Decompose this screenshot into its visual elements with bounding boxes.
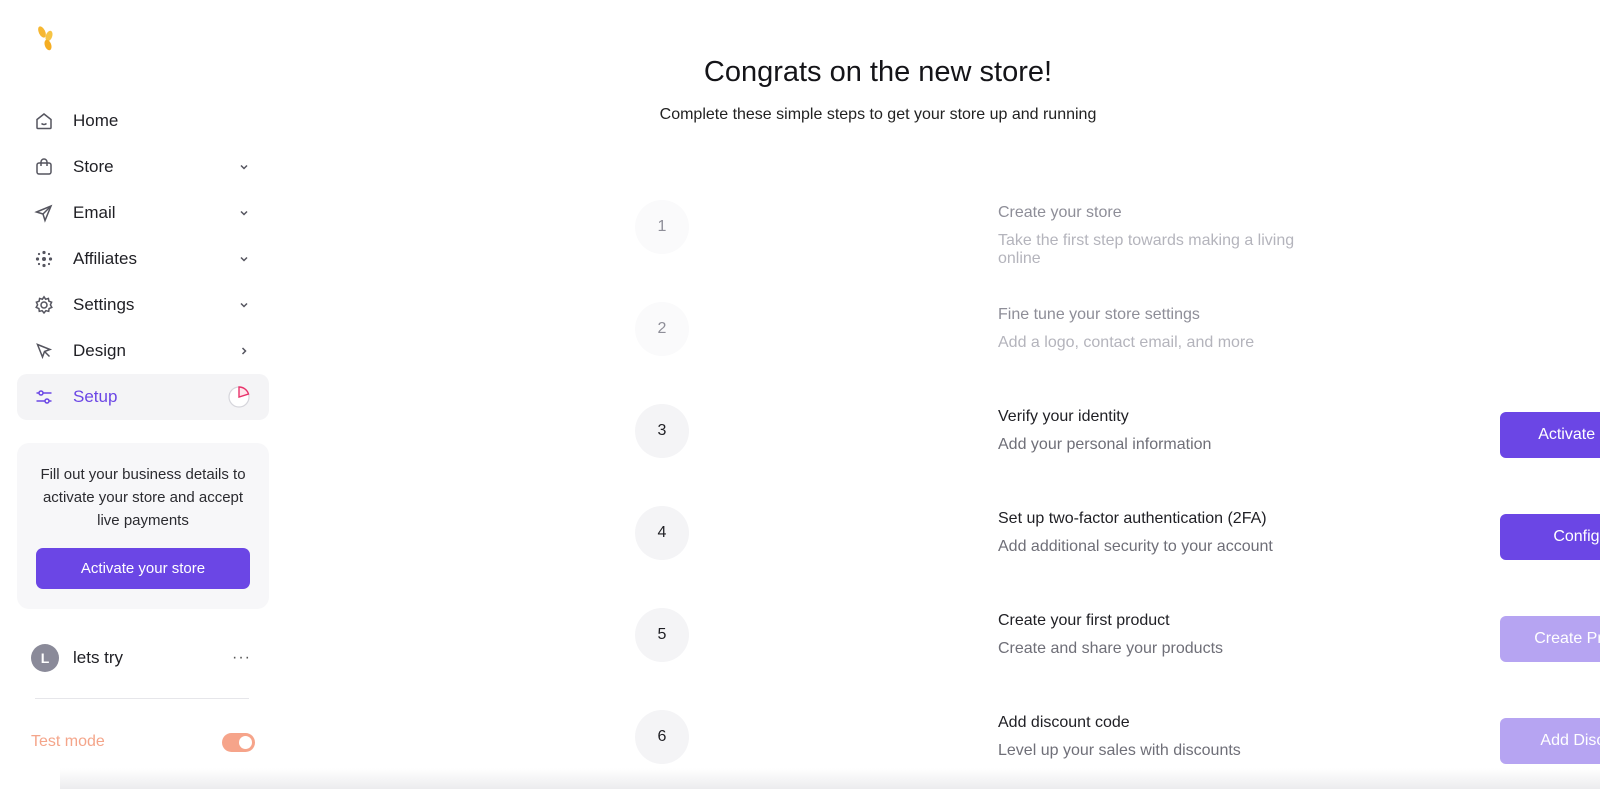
page-title: Congrats on the new store!	[703, 56, 1053, 88]
cursor-icon	[33, 340, 55, 362]
step-description: Add additional security to your account	[998, 538, 1273, 555]
sidebar-nav: Home Store Email Affiliates Settings Des…	[17, 98, 269, 420]
home-icon	[33, 110, 55, 132]
step-title: Verify your identity	[998, 408, 1129, 425]
sidebar-item-label: Home	[73, 111, 119, 130]
gear-icon	[33, 294, 55, 316]
test-mode-label: Test mode	[31, 733, 105, 750]
activate-store-card: Fill out your business details to activa…	[17, 443, 269, 609]
chevron-down-icon[interactable]	[237, 206, 251, 220]
setup-steps-list: 1 Create your store Take the first step …	[635, 198, 1600, 789]
step-two-factor: 4 Set up two-factor authentication (2FA)…	[635, 504, 1600, 606]
step-description: Take the first step towards making a liv…	[998, 232, 1295, 267]
flower-logo-icon[interactable]	[34, 24, 60, 54]
bag-icon	[33, 156, 55, 178]
step-number: 2	[635, 302, 689, 356]
sliders-icon	[33, 386, 55, 408]
create-product-button[interactable]: Create Product	[1500, 616, 1600, 662]
main-content: Congrats on the new store! Complete thes…	[280, 0, 1600, 789]
sidebar-item-design[interactable]: Design	[17, 328, 269, 374]
configure-button[interactable]: Configure	[1500, 514, 1600, 560]
add-discount-button[interactable]: Add Discount	[1500, 718, 1600, 764]
user-name: lets try	[73, 648, 124, 667]
sidebar-item-settings[interactable]: Settings	[17, 282, 269, 328]
chevron-down-icon[interactable]	[237, 160, 251, 174]
sidebar-item-affiliates[interactable]: Affiliates	[17, 236, 269, 282]
affiliates-icon	[33, 248, 55, 270]
step-title: Add discount code	[998, 714, 1130, 731]
sidebar: Home Store Email Affiliates Settings Des…	[0, 0, 280, 789]
step-number: 4	[635, 506, 689, 560]
sidebar-item-label: Store	[73, 157, 114, 176]
sidebar-item-label: Affiliates	[73, 249, 137, 268]
test-mode-toggle[interactable]	[222, 732, 255, 752]
sidebar-item-label: Setup	[73, 387, 118, 406]
divider	[35, 698, 249, 699]
step-number: 6	[635, 710, 689, 764]
chevron-right-icon[interactable]	[237, 344, 251, 358]
step-title: Fine tune your store settings	[998, 306, 1200, 323]
step-description: Add your personal information	[998, 436, 1212, 453]
step-store-settings: 2 Fine tune your store settings Add a lo…	[635, 300, 1335, 402]
step-number: 1	[635, 200, 689, 254]
step-title: Create your first product	[998, 612, 1170, 629]
chevron-down-icon[interactable]	[237, 252, 251, 266]
sidebar-item-email[interactable]: Email	[17, 190, 269, 236]
sidebar-item-label: Email	[73, 203, 116, 222]
step-description: Level up your sales with discounts	[998, 742, 1241, 759]
activate-your-store-button[interactable]: Activate your store	[36, 548, 250, 589]
page-subtitle: Complete these simple steps to get your …	[659, 106, 1097, 123]
sidebar-item-store[interactable]: Store	[17, 144, 269, 190]
step-verify-identity: 3 Verify your identity Add your personal…	[635, 402, 1600, 504]
user-menu[interactable]: L lets try ···	[17, 640, 269, 676]
chevron-down-icon[interactable]	[237, 298, 251, 312]
avatar: L	[31, 644, 59, 672]
activate-store-button[interactable]: Activate Store	[1500, 412, 1600, 458]
sidebar-item-label: Design	[73, 341, 126, 360]
step-title: Create your store	[998, 204, 1122, 221]
test-mode-row: Test mode	[31, 730, 255, 754]
activate-store-text: Fill out your business details to activa…	[40, 466, 246, 529]
step-first-product: 5 Create your first product Create and s…	[635, 606, 1600, 708]
more-options-icon[interactable]: ···	[232, 649, 251, 667]
step-title: Set up two-factor authentication (2FA)	[998, 510, 1267, 527]
step-number: 5	[635, 608, 689, 662]
sidebar-item-label: Settings	[73, 295, 135, 314]
step-description: Create and share your products	[998, 640, 1224, 657]
sidebar-item-home[interactable]: Home	[17, 98, 269, 144]
step-create-store: 1 Create your store Take the first step …	[635, 198, 1335, 300]
sidebar-item-setup[interactable]: Setup	[17, 374, 269, 420]
send-icon	[33, 202, 55, 224]
step-description: Add a logo, contact email, and more	[998, 334, 1255, 351]
bottom-fade	[60, 768, 1600, 789]
progress-pie-icon	[227, 385, 251, 409]
step-number: 3	[635, 404, 689, 458]
